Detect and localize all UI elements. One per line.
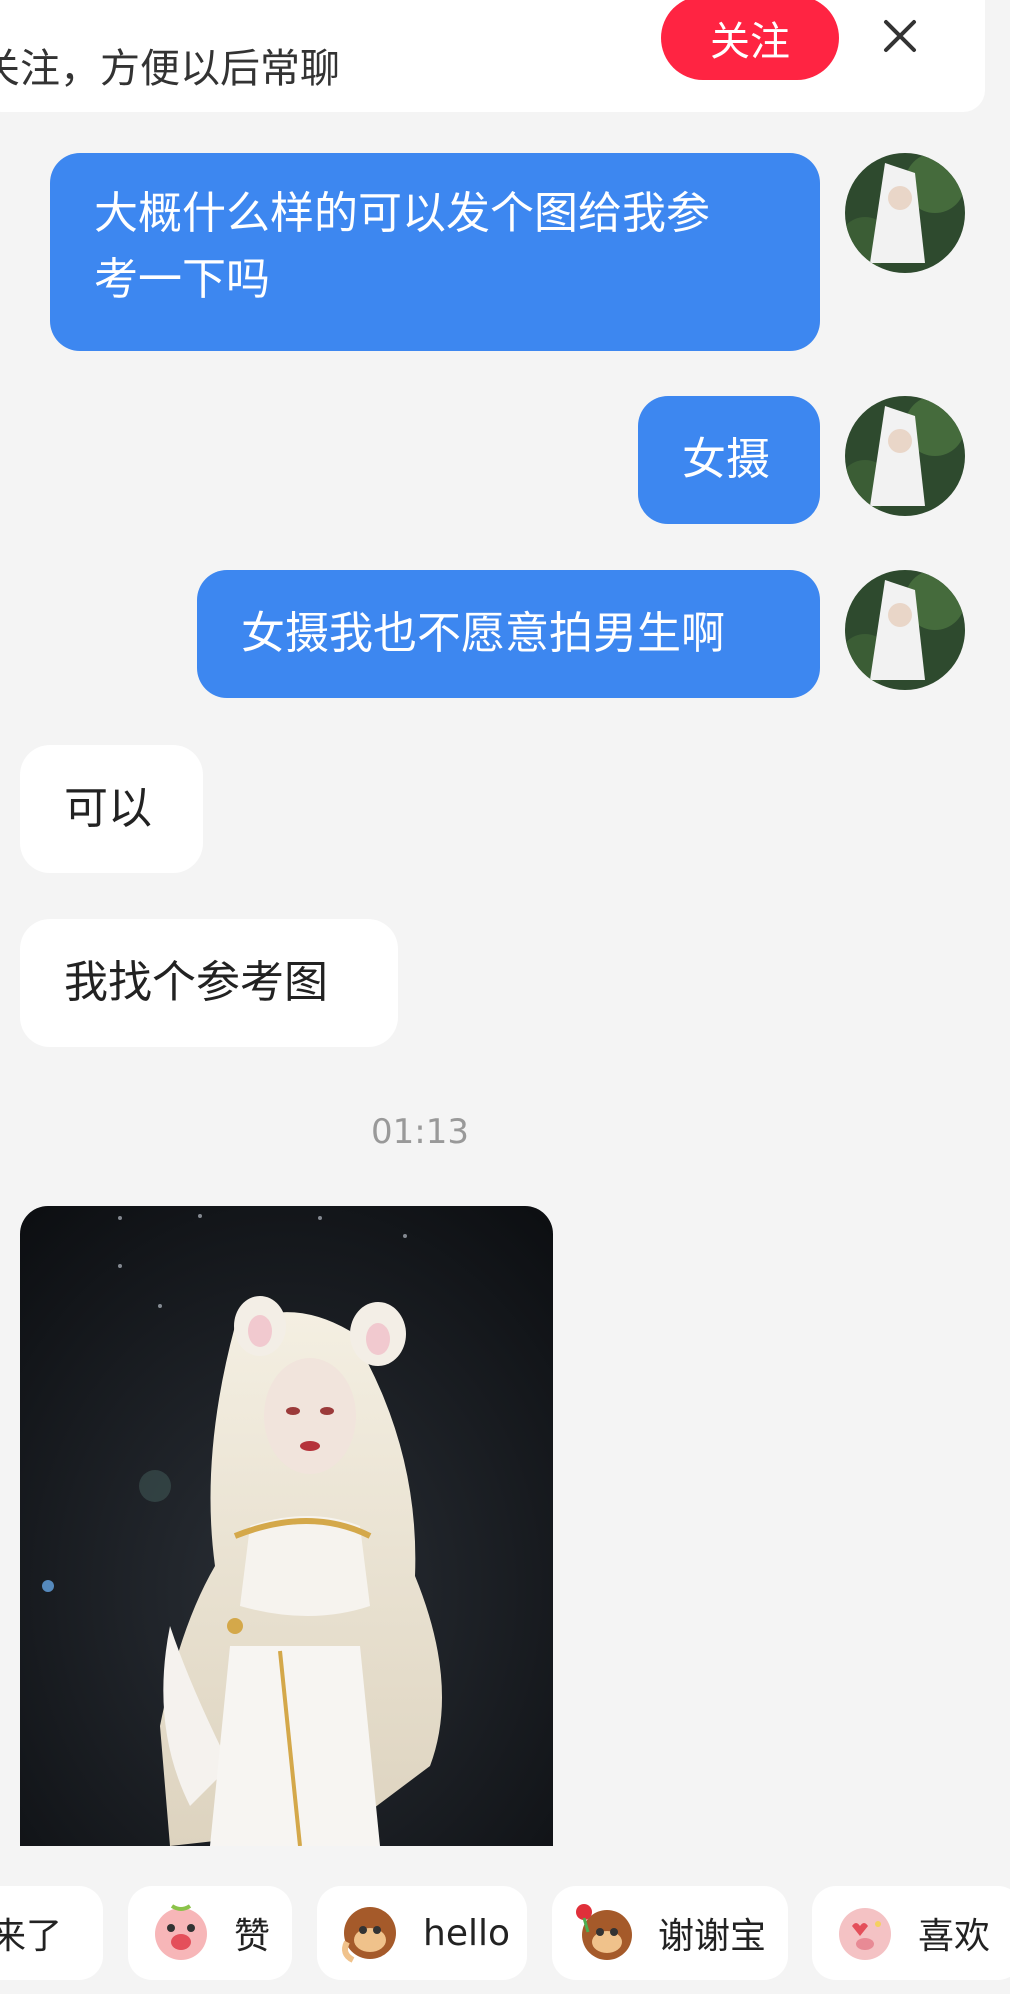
monkey-emoji-icon — [342, 1907, 396, 1963]
incoming-message[interactable]: 我找个参考图 — [20, 919, 398, 1047]
outgoing-message[interactable]: 大概什么样的可以发个图给我参 考一下吗 — [50, 153, 820, 351]
quick-reply-label: 喜欢 — [918, 1916, 991, 1957]
message-text: 我找个参考图 — [64, 957, 328, 1008]
chat-screen: 关注，方便以后常聊 关注 大概什么样的可以发个图给我参 考一下吗 女摄 女摄我也… — [0, 0, 1010, 1994]
pig-emoji-icon — [155, 1904, 207, 1960]
quick-reply-label: 谢谢宝 — [658, 1916, 767, 1957]
quick-reply-bar: 来了 赞 hello 谢谢宝 喜欢 — [0, 1848, 1010, 1994]
incoming-message[interactable]: 可以 — [20, 745, 203, 873]
image-message[interactable] — [20, 1206, 553, 1846]
follow-banner: 关注，方便以后常聊 关注 — [0, 0, 985, 112]
outgoing-message[interactable]: 女摄 — [638, 396, 820, 524]
quick-reply-chip[interactable]: 赞 — [128, 1886, 292, 1980]
message-text: 女摄 — [682, 434, 770, 485]
pig-heart-emoji-icon — [839, 1908, 891, 1960]
message-text: 女摄我也不愿意拍男生啊 — [241, 608, 725, 659]
monkey-rose-emoji-icon — [576, 1904, 632, 1960]
message-text-line: 考一下吗 — [94, 254, 270, 305]
quick-reply-chip[interactable]: 谢谢宝 — [552, 1886, 788, 1980]
quick-reply-label: hello — [423, 1912, 510, 1954]
quick-reply-chip[interactable]: 喜欢 — [812, 1886, 1010, 1980]
outgoing-message[interactable]: 女摄我也不愿意拍男生啊 — [197, 570, 820, 698]
message-timestamp: 01:13 — [371, 1112, 469, 1152]
message-text: 可以 — [64, 783, 152, 834]
avatar[interactable] — [845, 570, 965, 690]
avatar[interactable] — [845, 396, 965, 516]
quick-reply-label: 来了 — [0, 1916, 63, 1957]
follow-prompt-text: 关注，方便以后常聊 — [0, 46, 340, 92]
message-text-line: 大概什么样的可以发个图给我参 — [94, 188, 710, 239]
avatar[interactable] — [845, 153, 965, 273]
quick-reply-label: 赞 — [234, 1916, 271, 1957]
close-icon[interactable] — [878, 14, 922, 58]
follow-button[interactable]: 关注 — [661, 0, 839, 80]
quick-reply-chip[interactable]: 来了 — [0, 1886, 103, 1980]
quick-reply-chip[interactable]: hello — [317, 1886, 527, 1980]
